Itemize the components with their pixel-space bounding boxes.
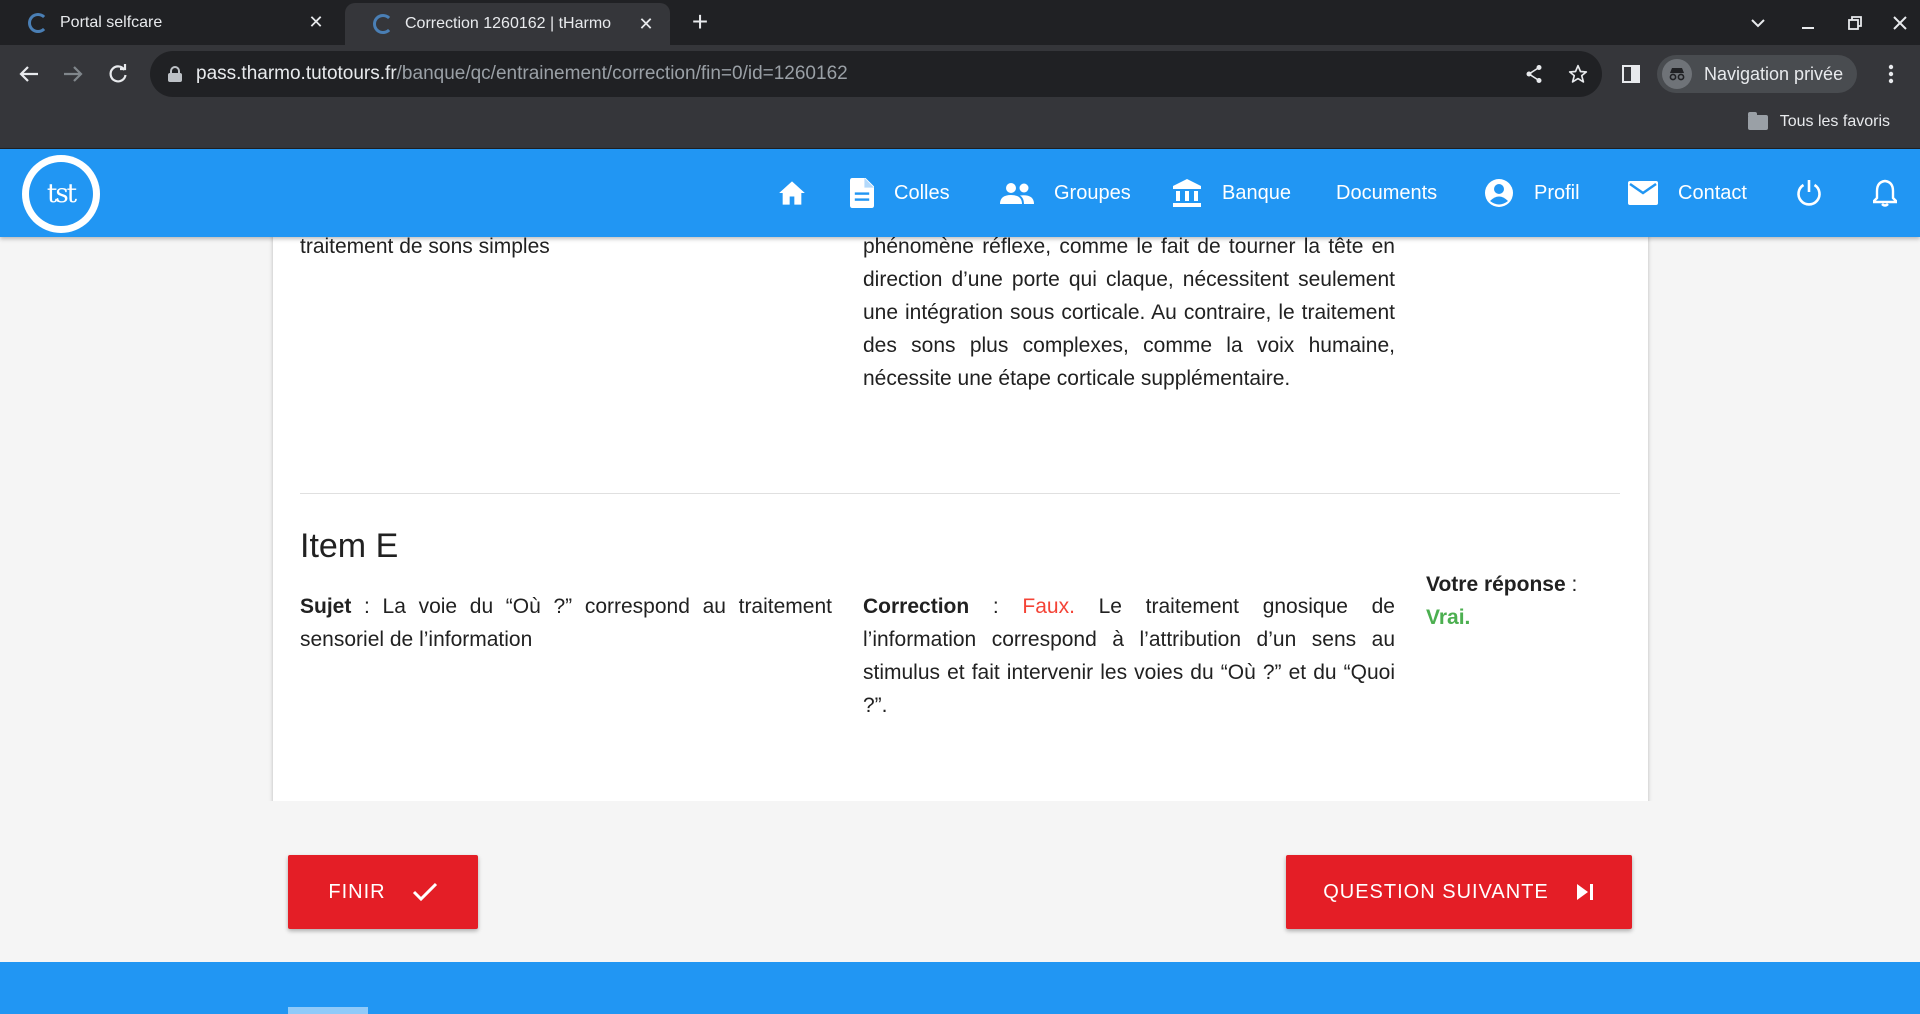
nav-groupes[interactable]: Groupes	[1000, 149, 1131, 237]
item-d-correction: phénomène réflexe, comme le fait de tour…	[863, 237, 1395, 390]
incognito-icon	[1662, 59, 1692, 89]
site-footer	[0, 962, 1920, 1014]
loading-favicon-icon	[373, 14, 393, 34]
browser-menu-icon[interactable]	[1876, 59, 1906, 89]
footer-highlight	[288, 1007, 368, 1014]
subject-separator: :	[351, 595, 383, 618]
nav-documents-label: Documents	[1336, 181, 1438, 204]
correction-verdict: Faux.	[1022, 595, 1075, 618]
site-header: tst Colles Groupes Banque Documents Prof…	[0, 149, 1920, 237]
correction-separator: :	[969, 595, 1023, 618]
nav-contact[interactable]: Contact	[1628, 149, 1747, 237]
answer-label: Votre réponse	[1426, 573, 1566, 596]
answer-value: Vrai.	[1426, 606, 1471, 629]
lock-icon	[168, 66, 182, 82]
item-e-subject: Sujet : La voie du “Où ?” correspond au …	[300, 590, 832, 656]
tab-portal-selfcare[interactable]: Portal selfcare ✕	[0, 0, 340, 45]
answer-separator: :	[1565, 573, 1578, 596]
home-icon[interactable]	[775, 149, 809, 237]
tab-title: Portal selfcare	[60, 13, 163, 31]
nav-profil-label: Profil	[1534, 181, 1580, 204]
nav-profil[interactable]: Profil	[1484, 149, 1580, 237]
close-tab-icon[interactable]: ✕	[300, 7, 332, 39]
nav-groupes-label: Groupes	[1054, 181, 1131, 204]
restore-icon[interactable]	[1835, 0, 1875, 45]
all-bookmarks-label: Tous les favoris	[1779, 113, 1890, 130]
minimize-icon[interactable]	[1788, 0, 1828, 45]
skip-next-icon	[1575, 883, 1595, 901]
item-d-subject: traitement de sons simples	[300, 237, 550, 258]
power-icon[interactable]	[1792, 149, 1826, 237]
nav-banque-label: Banque	[1222, 181, 1291, 204]
finish-button-label: FINIR	[328, 880, 386, 903]
folder-icon	[1747, 111, 1768, 130]
page-content: traitement de sons simples phénomène réf…	[0, 237, 1920, 962]
tab-title: Correction 1260162 | tHarmo	[405, 15, 612, 32]
address-bar[interactable]: pass.tharmo.tutotours.fr/banque/qc/entra…	[150, 51, 1602, 97]
check-icon	[412, 882, 438, 902]
correction-label: Correction	[863, 595, 970, 618]
nav-banque[interactable]: Banque	[1172, 149, 1291, 237]
close-window-icon[interactable]	[1880, 0, 1920, 45]
loading-favicon-icon	[28, 12, 48, 33]
incognito-label: Navigation privée	[1704, 63, 1844, 84]
item-divider	[300, 493, 1620, 494]
document-icon	[850, 178, 874, 208]
bookmarks-bar: Tous les favoris	[0, 103, 1920, 149]
nav-colles-label: Colles	[894, 181, 950, 204]
site-logo[interactable]: tst	[22, 155, 100, 233]
side-panel-icon[interactable]	[1614, 57, 1648, 91]
logo-text: tst	[29, 162, 93, 226]
tab-correction[interactable]: Correction 1260162 | tHarmo ✕	[345, 3, 670, 45]
url-host: pass.tharmo.tutotours.fr	[196, 63, 397, 84]
next-question-button-label: QUESTION SUIVANTE	[1323, 880, 1549, 903]
mail-icon	[1628, 181, 1658, 205]
people-icon	[1000, 182, 1034, 204]
forward-icon[interactable]	[56, 57, 90, 91]
correction-card-viewport: traitement de sons simples phénomène réf…	[0, 237, 1920, 801]
all-bookmarks-button[interactable]: Tous les favoris	[1747, 111, 1890, 131]
nav-documents[interactable]: Documents	[1336, 149, 1437, 237]
nav-colles[interactable]: Colles	[850, 149, 950, 237]
notification-bell-icon[interactable]	[1868, 149, 1902, 237]
item-e-correction: Correction : Faux. Le traitement gnosiqu…	[863, 590, 1395, 722]
item-e-title: Item E	[300, 527, 399, 565]
bank-icon	[1172, 178, 1202, 208]
finish-button[interactable]: FINIR	[288, 855, 478, 929]
bookmark-star-icon[interactable]	[1564, 60, 1592, 88]
browser-toolbar: pass.tharmo.tutotours.fr/banque/qc/entra…	[0, 45, 1920, 103]
incognito-indicator[interactable]: Navigation privée	[1657, 55, 1858, 93]
share-icon[interactable]	[1520, 60, 1548, 88]
next-question-button[interactable]: QUESTION SUIVANTE	[1286, 855, 1632, 929]
browser-tab-bar: Portal selfcare ✕ Correction 1260162 | t…	[0, 0, 1920, 45]
new-tab-button[interactable]: +	[684, 6, 716, 38]
close-tab-icon[interactable]: ✕	[630, 8, 662, 40]
subject-label: Sujet	[300, 595, 352, 618]
back-icon[interactable]	[12, 57, 46, 91]
tab-search-icon[interactable]	[1738, 0, 1778, 45]
account-circle-icon	[1484, 178, 1514, 208]
item-e-answer: Votre réponse : Vrai.	[1426, 568, 1616, 634]
nav-contact-label: Contact	[1678, 181, 1747, 204]
reload-icon[interactable]	[101, 57, 135, 91]
url-path: /banque/qc/entrainement/correction/fin=0…	[396, 63, 848, 84]
